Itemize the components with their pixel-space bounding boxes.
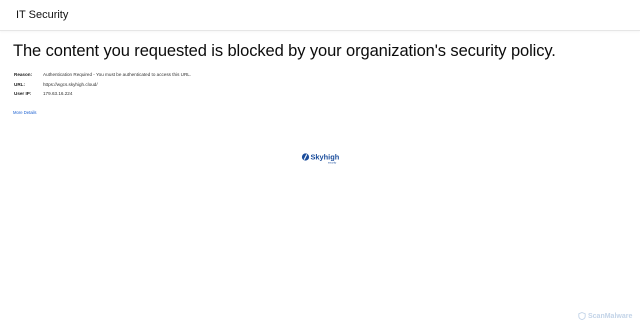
user-ip-row: User IP: 179.63.16.224 [14, 89, 191, 99]
shield-icon [578, 312, 586, 320]
blocked-headline: The content you requested is blocked by … [13, 42, 556, 60]
more-details-link[interactable]: More Details [13, 110, 37, 115]
skyhigh-logo: Skyhigh security [301, 152, 343, 166]
user-ip-value: 179.63.16.224 [43, 91, 73, 96]
block-details: Reason: Authentication Required - You mu… [14, 70, 191, 99]
header-title: IT Security [16, 9, 69, 21]
url-value: https://wgcs.skyhigh.cloud/ [43, 81, 98, 87]
reason-row: Reason: Authentication Required - You mu… [14, 70, 191, 80]
watermark-text: ScanMalware [588, 312, 633, 320]
reason-value: Authentication Required - You must be au… [43, 72, 192, 77]
page-header: IT Security [0, 0, 640, 31]
url-row: URL: https://wgcs.skyhigh.cloud/ [14, 80, 191, 90]
logo-subtext: security [328, 162, 337, 165]
url-label: URL: [14, 81, 25, 87]
reason-label: Reason: [14, 72, 33, 77]
user-ip-label: User IP: [14, 91, 32, 96]
blocked-page: IT Security The content you requested is… [0, 0, 640, 331]
scanmalware-watermark: ScanMalware [578, 312, 632, 320]
logo-wordmark: Skyhigh [311, 153, 340, 162]
